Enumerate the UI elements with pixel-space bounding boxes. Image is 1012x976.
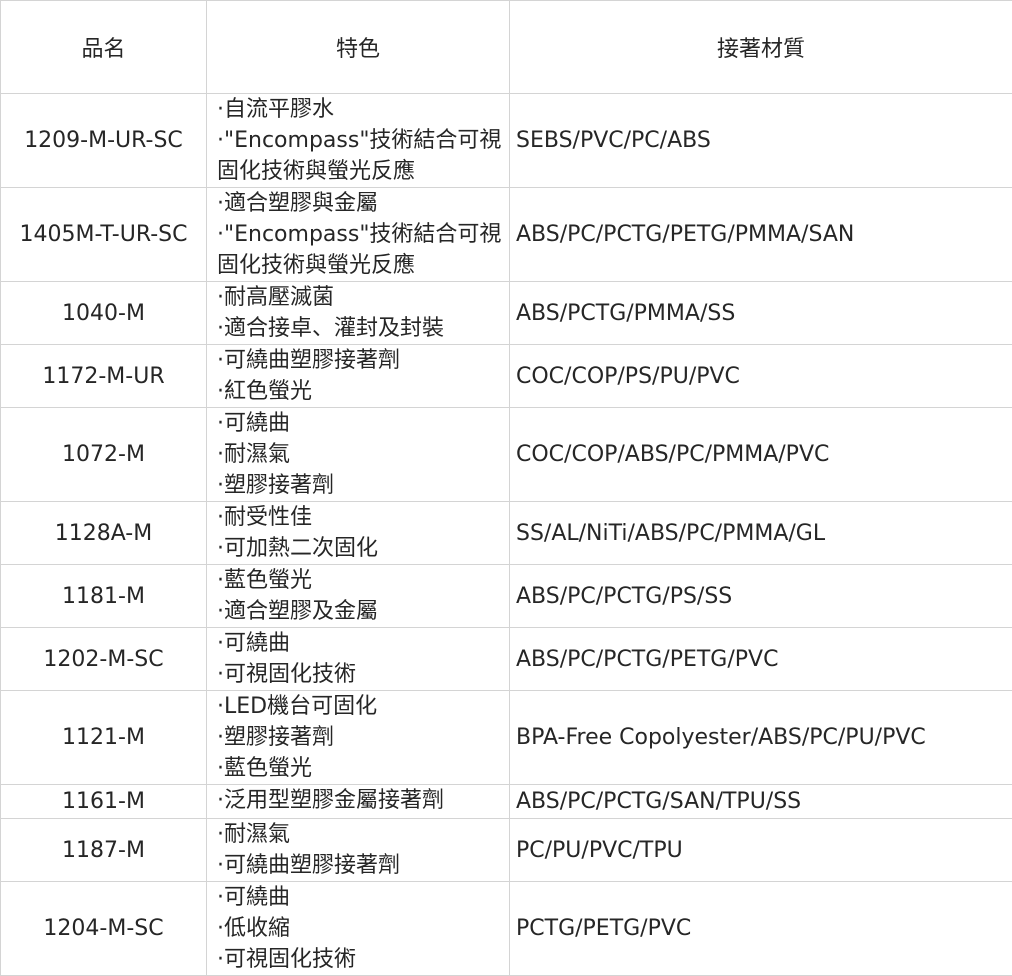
header-materials: 接著材質 <box>510 1 1012 94</box>
feature-line: ·"Encompass"技術結合可視 <box>217 125 509 156</box>
product-name-cell: 1204-M-SC <box>1 882 207 976</box>
feature-line: ·藍色螢光 <box>217 565 509 596</box>
features-cell: ·泛用型塑膠金屬接著劑 <box>207 785 510 819</box>
feature-line: ·藍色螢光 <box>217 753 509 784</box>
product-name-cell: 1072-M <box>1 408 207 502</box>
features-cell: ·LED機台可固化·塑膠接著劑·藍色螢光 <box>207 691 510 785</box>
feature-line: ·LED機台可固化 <box>217 691 509 722</box>
table-row: 1405M-T-UR-SC·適合塑膠與金屬·"Encompass"技術結合可視固… <box>1 188 1012 282</box>
feature-line: ·可繞曲 <box>217 408 509 439</box>
materials-cell: COC/COP/PS/PU/PVC <box>510 345 1012 408</box>
table-row: 1204-M-SC·可繞曲·低收縮·可視固化技術PCTG/PETG/PVC <box>1 882 1012 976</box>
header-row: 品名 特色 接著材質 <box>1 1 1012 94</box>
features-cell: ·藍色螢光·適合塑膠及金屬 <box>207 565 510 628</box>
feature-line: ·低收縮 <box>217 913 509 944</box>
table-row: 1202-M-SC·可繞曲·可視固化技術ABS/PC/PCTG/PETG/PVC <box>1 628 1012 691</box>
feature-line: ·可繞曲塑膠接著劑 <box>217 345 509 376</box>
product-name-cell: 1040-M <box>1 282 207 345</box>
feature-line: ·耐濕氣 <box>217 439 509 470</box>
feature-line: ·可視固化技術 <box>217 944 509 975</box>
table-row: 1121-M·LED機台可固化·塑膠接著劑·藍色螢光BPA-Free Copol… <box>1 691 1012 785</box>
features-cell: ·耐高壓滅菌·適合接卓、灌封及封裝 <box>207 282 510 345</box>
table-body: 1209-M-UR-SC·自流平膠水·"Encompass"技術結合可視固化技術… <box>1 94 1012 976</box>
feature-line: ·可視固化技術 <box>217 659 509 690</box>
table-row: 1172-M-UR·可繞曲塑膠接著劑·紅色螢光COC/COP/PS/PU/PVC <box>1 345 1012 408</box>
materials-cell: ABS/PC/PCTG/PETG/PMMA/SAN <box>510 188 1012 282</box>
materials-cell: SS/AL/NiTi/ABS/PC/PMMA/GL <box>510 502 1012 565</box>
materials-cell: ABS/PC/PCTG/PS/SS <box>510 565 1012 628</box>
product-name-cell: 1161-M <box>1 785 207 819</box>
table-row: 1072-M·可繞曲·耐濕氣·塑膠接著劑COC/COP/ABS/PC/PMMA/… <box>1 408 1012 502</box>
product-name-cell: 1405M-T-UR-SC <box>1 188 207 282</box>
features-cell: ·可繞曲·耐濕氣·塑膠接著劑 <box>207 408 510 502</box>
product-name-cell: 1121-M <box>1 691 207 785</box>
feature-line: ·"Encompass"技術結合可視 <box>217 219 509 250</box>
materials-cell: ABS/PC/PCTG/SAN/TPU/SS <box>510 785 1012 819</box>
features-cell: ·可繞曲·低收縮·可視固化技術 <box>207 882 510 976</box>
features-cell: ·適合塑膠與金屬·"Encompass"技術結合可視固化技術與螢光反應 <box>207 188 510 282</box>
feature-line: ·塑膠接著劑 <box>217 470 509 501</box>
materials-cell: ABS/PC/PCTG/PETG/PVC <box>510 628 1012 691</box>
features-cell: ·耐受性佳·可加熱二次固化 <box>207 502 510 565</box>
table-row: 1128A-M·耐受性佳·可加熱二次固化SS/AL/NiTi/ABS/PC/PM… <box>1 502 1012 565</box>
feature-line: ·塑膠接著劑 <box>217 722 509 753</box>
feature-line: ·可加熱二次固化 <box>217 533 509 564</box>
materials-cell: ABS/PCTG/PMMA/SS <box>510 282 1012 345</box>
materials-cell: PC/PU/PVC/TPU <box>510 819 1012 882</box>
table-row: 1209-M-UR-SC·自流平膠水·"Encompass"技術結合可視固化技術… <box>1 94 1012 188</box>
table-row: 1187-M·耐濕氣·可繞曲塑膠接著劑PC/PU/PVC/TPU <box>1 819 1012 882</box>
feature-line: 固化技術與螢光反應 <box>217 250 509 281</box>
feature-line: ·泛用型塑膠金屬接著劑 <box>217 785 509 816</box>
product-table: 品名 特色 接著材質 1209-M-UR-SC·自流平膠水·"Encompass… <box>0 0 1012 976</box>
features-cell: ·可繞曲塑膠接著劑·紅色螢光 <box>207 345 510 408</box>
feature-line: ·可繞曲 <box>217 882 509 913</box>
product-name-cell: 1172-M-UR <box>1 345 207 408</box>
features-cell: ·自流平膠水·"Encompass"技術結合可視固化技術與螢光反應 <box>207 94 510 188</box>
product-name-cell: 1209-M-UR-SC <box>1 94 207 188</box>
feature-line: 固化技術與螢光反應 <box>217 156 509 187</box>
product-name-cell: 1181-M <box>1 565 207 628</box>
feature-line: ·耐濕氣 <box>217 819 509 850</box>
table-row: 1181-M·藍色螢光·適合塑膠及金屬ABS/PC/PCTG/PS/SS <box>1 565 1012 628</box>
product-name-cell: 1187-M <box>1 819 207 882</box>
table-row: 1040-M·耐高壓滅菌·適合接卓、灌封及封裝ABS/PCTG/PMMA/SS <box>1 282 1012 345</box>
feature-line: ·適合接卓、灌封及封裝 <box>217 313 509 344</box>
feature-line: ·自流平膠水 <box>217 94 509 125</box>
product-name-cell: 1128A-M <box>1 502 207 565</box>
feature-line: ·可繞曲塑膠接著劑 <box>217 850 509 881</box>
features-cell: ·耐濕氣·可繞曲塑膠接著劑 <box>207 819 510 882</box>
feature-line: ·可繞曲 <box>217 628 509 659</box>
feature-line: ·耐受性佳 <box>217 502 509 533</box>
feature-line: ·耐高壓滅菌 <box>217 282 509 313</box>
features-cell: ·可繞曲·可視固化技術 <box>207 628 510 691</box>
feature-line: ·紅色螢光 <box>217 376 509 407</box>
materials-cell: PCTG/PETG/PVC <box>510 882 1012 976</box>
header-features: 特色 <box>207 1 510 94</box>
materials-cell: SEBS/PVC/PC/ABS <box>510 94 1012 188</box>
feature-line: ·適合塑膠與金屬 <box>217 188 509 219</box>
materials-cell: COC/COP/ABS/PC/PMMA/PVC <box>510 408 1012 502</box>
table-row: 1161-M ·泛用型塑膠金屬接著劑ABS/PC/PCTG/SAN/TPU/SS <box>1 785 1012 819</box>
header-name: 品名 <box>1 1 207 94</box>
feature-line: ·適合塑膠及金屬 <box>217 596 509 627</box>
materials-cell: BPA-Free Copolyester/ABS/PC/PU/PVC <box>510 691 1012 785</box>
product-name-cell: 1202-M-SC <box>1 628 207 691</box>
